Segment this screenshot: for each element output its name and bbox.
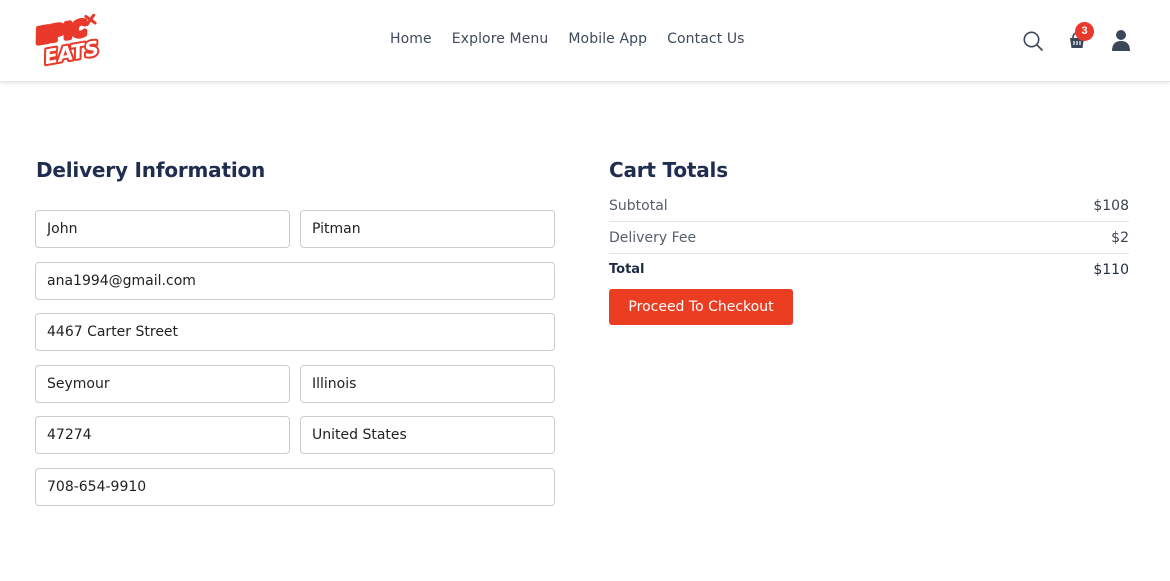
total-row: Total $110 [609,254,1129,285]
delivery-fee-label: Delivery Fee [609,229,697,246]
cart-count-badge: 3 [1075,22,1094,41]
nav-link-home[interactable]: Home [390,31,432,47]
country-field[interactable] [300,416,555,454]
phone-field[interactable] [35,468,555,506]
nav-link-explore-menu[interactable]: Explore Menu [452,31,549,47]
cart-totals-table: Subtotal $108 Delivery Fee $2 Total $110 [609,190,1129,285]
subtotal-value: $108 [1093,197,1129,214]
city-field[interactable] [35,365,290,403]
total-value: $110 [1093,261,1129,278]
state-field[interactable] [300,365,555,403]
nav-link-contact-us[interactable]: Contact Us [667,31,744,47]
street-field[interactable] [35,313,555,351]
epic-eats-logo[interactable]: EPIC EPIC EATS EATS [32,13,103,71]
navbar: EPIC EPIC EATS EATS Home Explore Menu Mo… [0,0,1170,82]
search-icon[interactable] [1022,30,1044,52]
delivery-fee-value: $2 [1111,229,1129,246]
first-name-field[interactable] [35,210,290,248]
delivery-fee-row: Delivery Fee $2 [609,222,1129,253]
proceed-to-checkout-button[interactable]: Proceed To Checkout [609,289,793,325]
delivery-information-title: Delivery Information [36,158,266,182]
cart-totals-title: Cart Totals [609,158,728,182]
last-name-field[interactable] [300,210,555,248]
subtotal-label: Subtotal [609,197,668,214]
nav-link-mobile-app[interactable]: Mobile App [568,31,647,47]
total-label: Total [609,262,645,277]
email-field[interactable] [35,262,555,300]
zip-code-field[interactable] [35,416,290,454]
main-nav: Home Explore Menu Mobile App Contact Us [390,31,765,47]
subtotal-row: Subtotal $108 [609,190,1129,221]
user-icon[interactable] [1109,28,1133,52]
